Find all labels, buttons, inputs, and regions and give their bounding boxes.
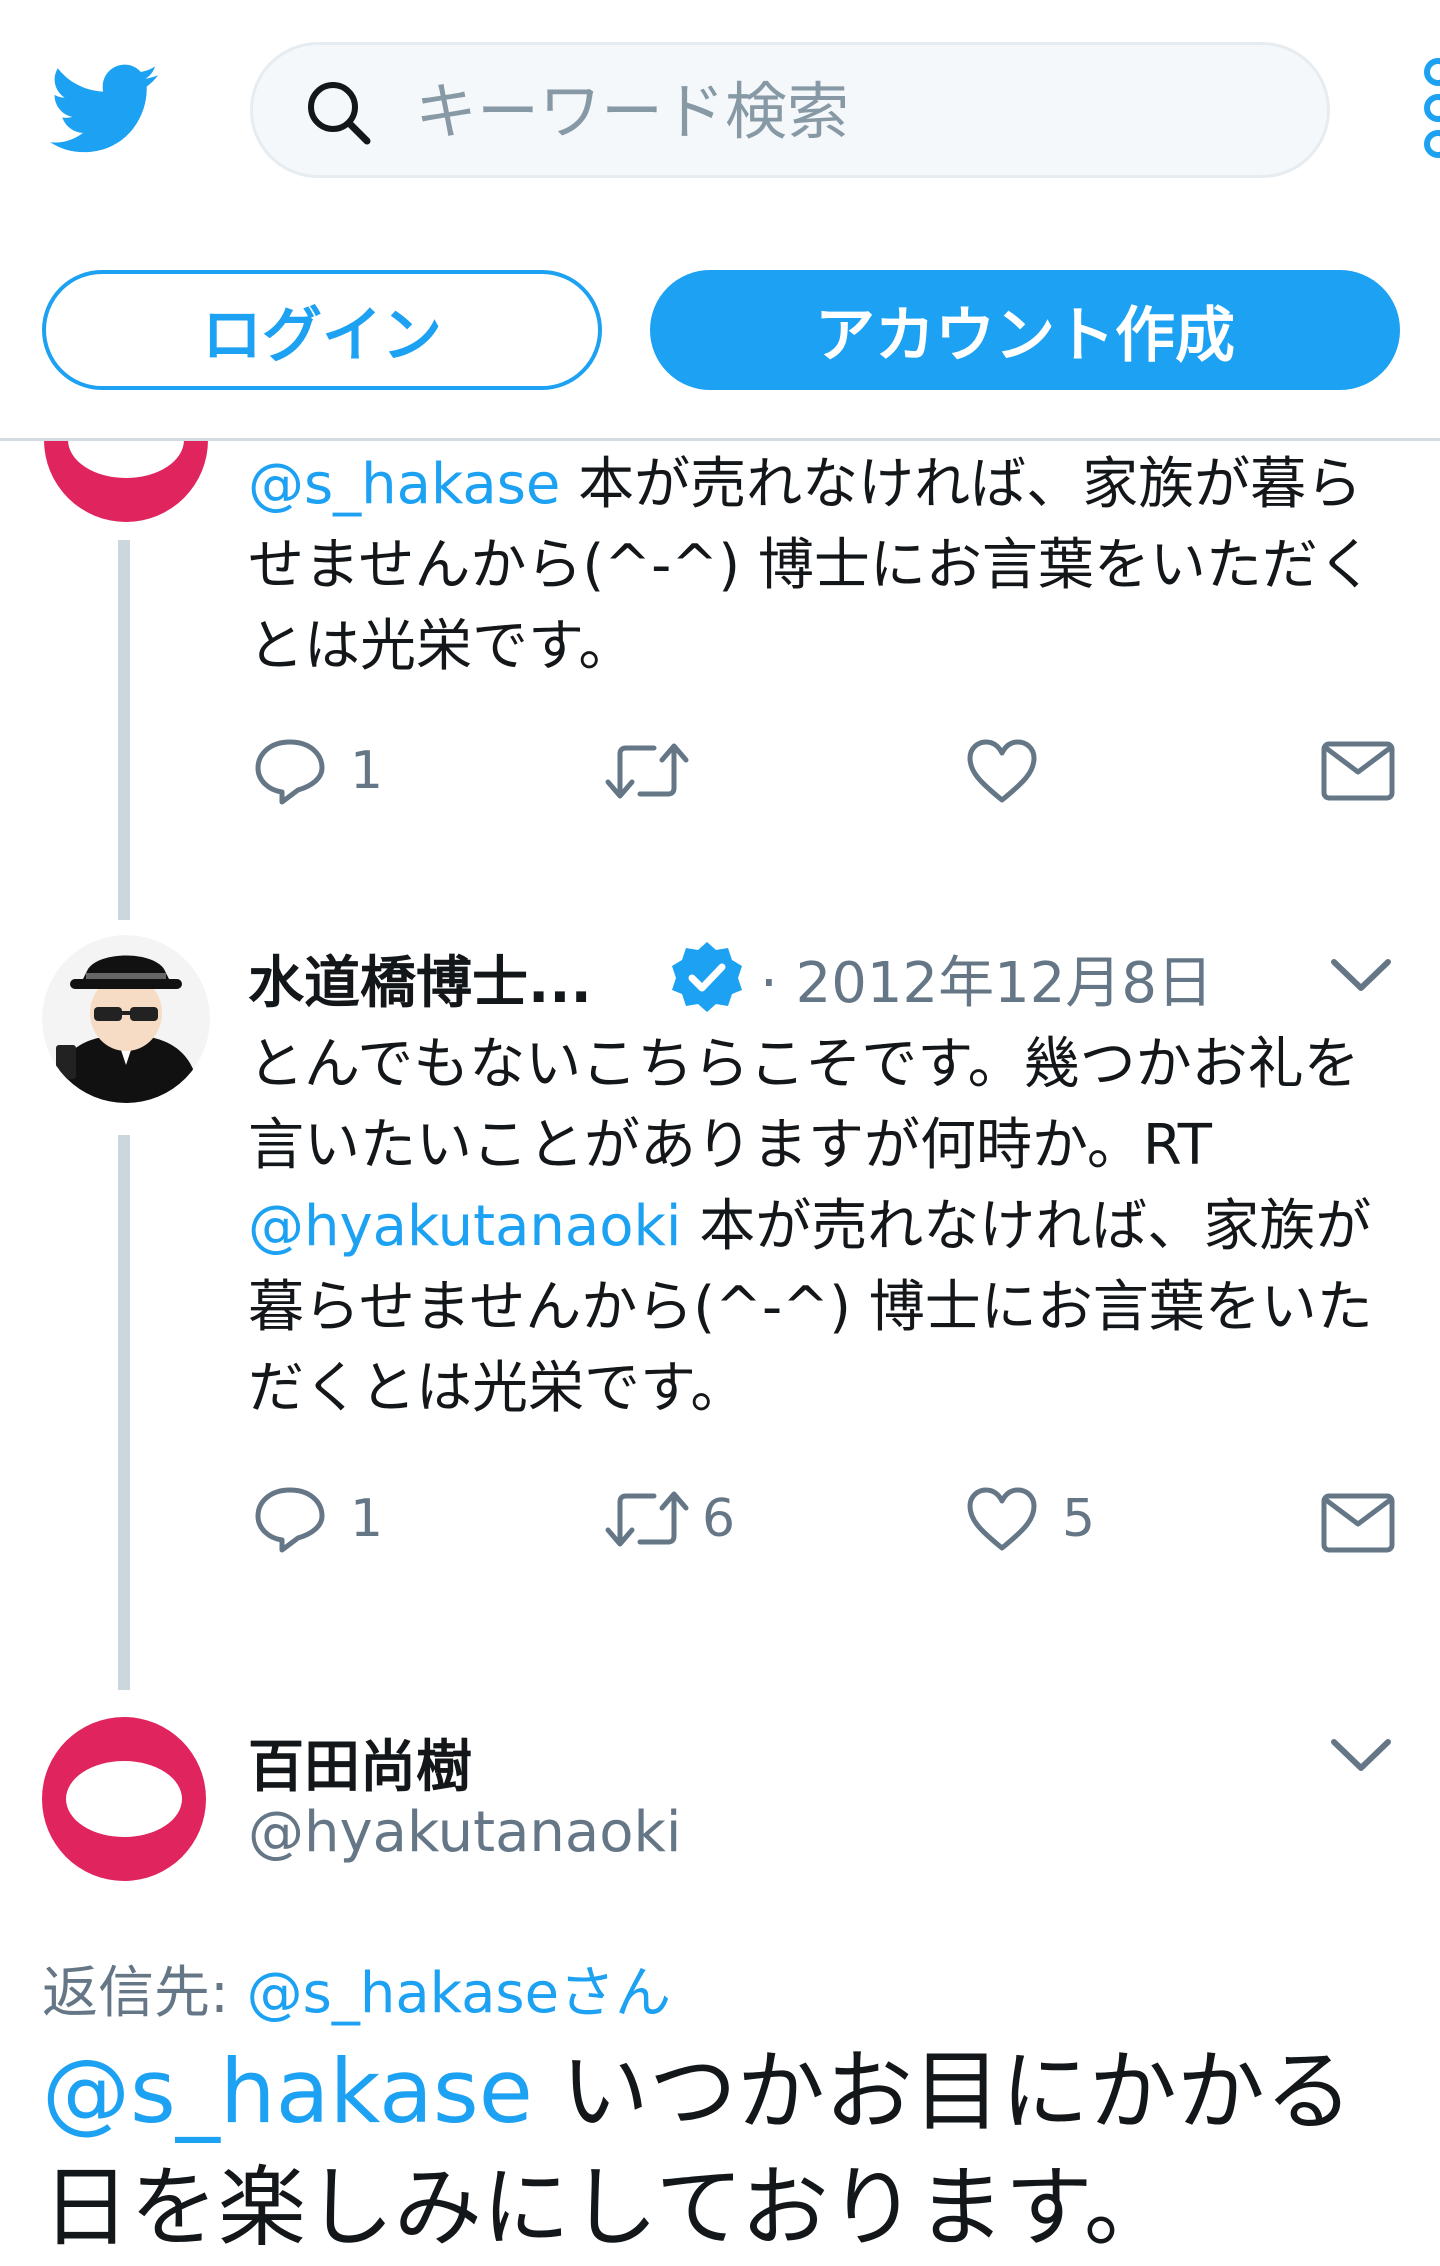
user-handle[interactable]: @hyakutanaoki <box>248 1800 681 1865</box>
more-dots-icon[interactable] <box>1418 58 1440 158</box>
envelope-icon <box>1321 1493 1395 1553</box>
heart-icon <box>967 1487 1037 1551</box>
mention-link[interactable]: @hyakutanaoki <box>248 1194 681 1259</box>
reply-count: 1 <box>350 741 384 801</box>
reply-count: 1 <box>350 1489 384 1549</box>
chevron-down-icon[interactable] <box>1326 950 1396 1000</box>
tweet-body: とんでもないこちらこそです。幾つかお礼を言いたいことがありますが何時か。RT <box>248 1032 1360 1178</box>
search-input[interactable] <box>413 45 1297 177</box>
thread-line <box>118 540 130 920</box>
mention-link[interactable]: @s_hakase <box>248 452 560 517</box>
envelope-icon <box>1321 741 1395 801</box>
retweet-count: 6 <box>702 1489 736 1549</box>
tweet-text: とんでもないこちらこそです。幾つかお礼を言いたいことがありますが何時か。RT @… <box>248 1024 1408 1429</box>
tweet-text: @s_hakase いつかお目にかかる日を楽しみにしております。 <box>42 2034 1422 2266</box>
display-name[interactable]: 水道橋博士... <box>248 938 592 1019</box>
like-button[interactable] <box>964 736 1040 806</box>
avatar[interactable] <box>40 1715 208 1883</box>
mention-link[interactable]: @s_hakase <box>42 2040 533 2143</box>
search-icon <box>303 77 375 149</box>
like-count: 5 <box>1062 1489 1096 1549</box>
thread-line <box>118 1135 130 1690</box>
top-bar: ログイン アカウント作成 <box>0 0 1440 441</box>
twitter-bird-icon[interactable] <box>50 60 160 160</box>
retweet-button[interactable]: 6 <box>602 1484 735 1554</box>
signup-button[interactable]: アカウント作成 <box>650 270 1400 390</box>
tweet-date[interactable]: · 2012年12月8日 <box>760 938 1213 1019</box>
verified-badge-icon <box>670 940 744 1014</box>
chevron-down-icon[interactable] <box>1326 1730 1396 1780</box>
search-bar[interactable] <box>250 42 1330 178</box>
reply-to-label: 返信先: <box>42 1961 247 2026</box>
retweet-icon <box>605 1491 689 1547</box>
header-divider <box>0 438 1440 441</box>
reply-icon <box>255 1487 325 1553</box>
login-button[interactable]: ログイン <box>42 270 602 390</box>
reply-button[interactable]: 1 <box>252 1484 383 1554</box>
retweet-icon <box>605 743 689 799</box>
reply-context: 返信先: @s_hakaseさん <box>42 1948 671 2029</box>
dm-button[interactable] <box>1320 738 1396 804</box>
reply-to-user-link[interactable]: @s_hakaseさん <box>247 1961 671 2026</box>
avatar[interactable] <box>42 935 210 1103</box>
like-button[interactable]: 5 <box>964 1484 1095 1554</box>
display-name[interactable]: 百田尚樹 <box>248 1722 472 1803</box>
reply-icon <box>255 739 325 805</box>
dm-button[interactable] <box>1320 1490 1396 1556</box>
reply-button[interactable]: 1 <box>252 736 383 806</box>
tweet-text: @s_hakase 本が売れなければ、家族が暮らせませんから(^-^) 博士にお… <box>248 444 1408 687</box>
heart-icon <box>967 739 1037 803</box>
retweet-button[interactable] <box>602 736 692 806</box>
